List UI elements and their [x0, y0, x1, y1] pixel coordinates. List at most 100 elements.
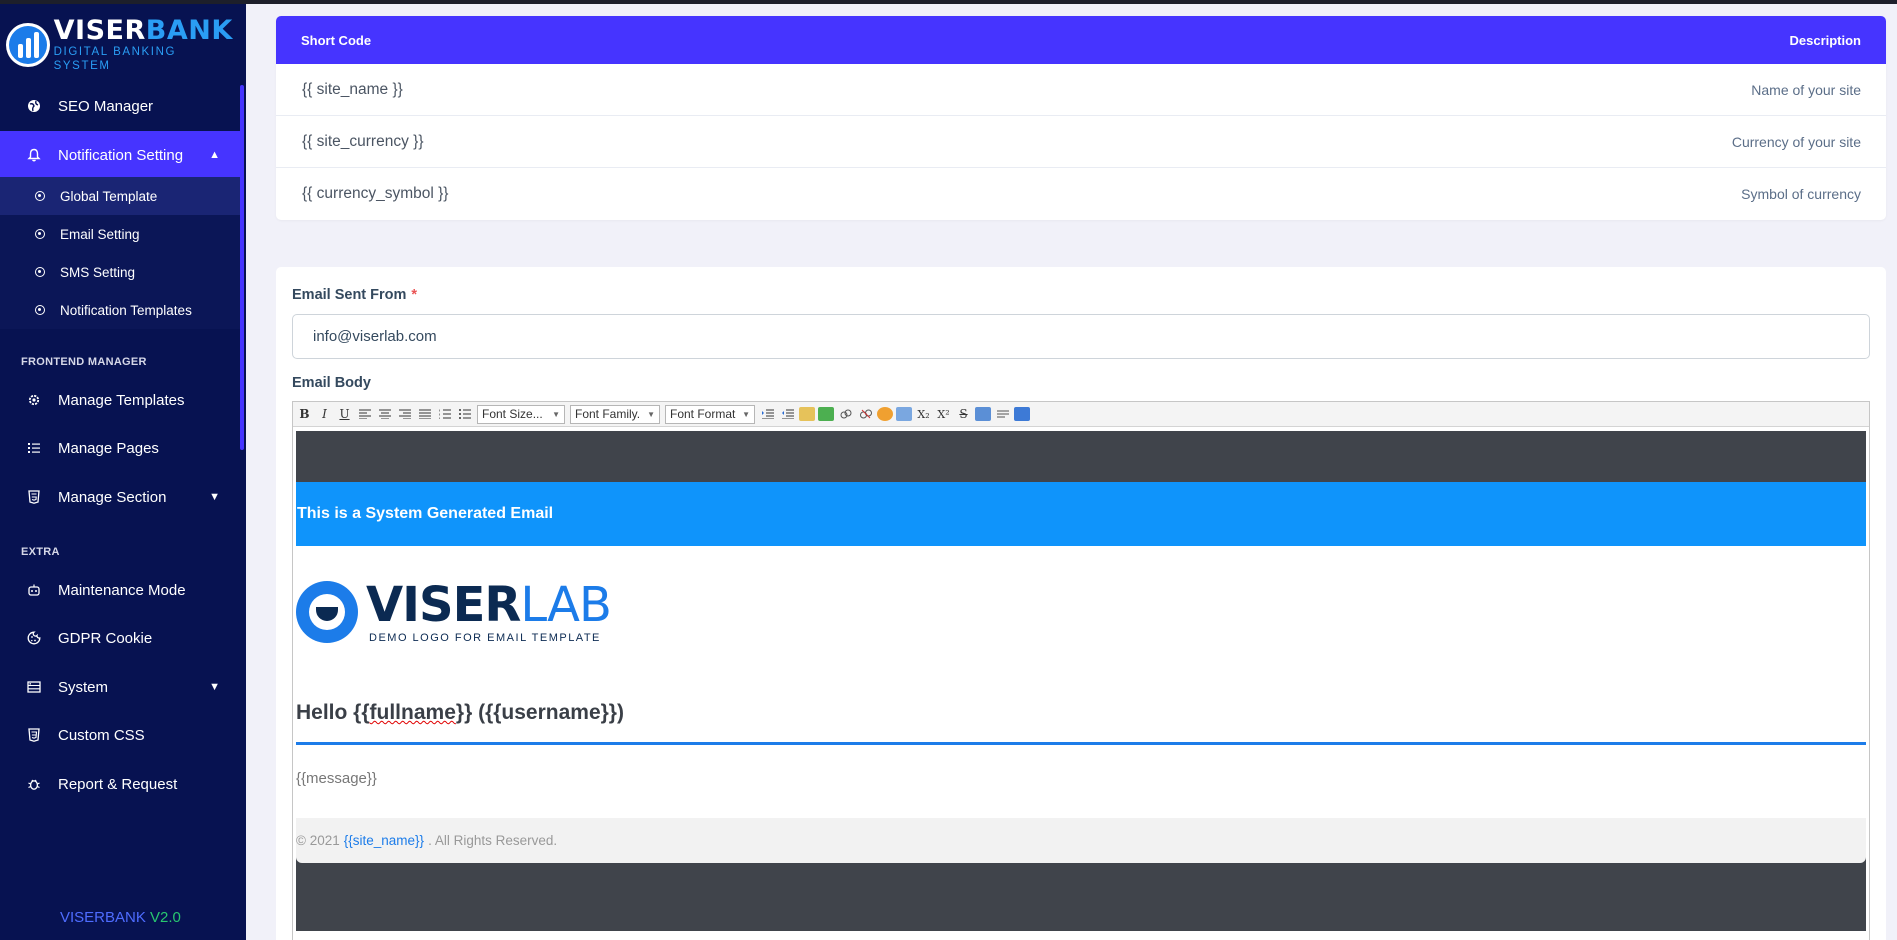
- bank-logo-icon: [6, 23, 50, 67]
- sidebar-item-manage-pages[interactable]: Manage Pages: [0, 424, 240, 472]
- sidebar-item-label: GDPR Cookie: [58, 629, 153, 647]
- sidebar-item-system[interactable]: System ▼: [0, 663, 240, 711]
- required-mark: *: [411, 287, 418, 303]
- table-row: {{ currency_symbol }} Symbol of currency: [276, 168, 1886, 220]
- font-family-select[interactable]: Font Family. ▼: [570, 404, 660, 424]
- gear-icon: [26, 392, 42, 408]
- justify-icon[interactable]: [416, 405, 433, 423]
- superscript-button[interactable]: X²: [935, 405, 952, 423]
- outdent-icon[interactable]: [779, 405, 796, 423]
- system-email-banner: This is a System Generated Email: [296, 482, 1866, 546]
- sidebar-item-maintenance-mode[interactable]: Maintenance Mode: [0, 566, 240, 614]
- align-right-icon[interactable]: [396, 405, 413, 423]
- ordered-list-icon[interactable]: [436, 405, 453, 423]
- chevron-down-icon: ▼: [209, 681, 220, 693]
- shortcode-table: Short Code Description {{ site_name }} N…: [276, 16, 1886, 220]
- color-picker-icon[interactable]: [877, 407, 893, 421]
- link-icon[interactable]: [837, 405, 854, 423]
- column-header-short-code: Short Code: [301, 32, 372, 48]
- shortcode-cell: {{ currency_symbol }}: [302, 185, 449, 202]
- column-header-description: Description: [1789, 32, 1861, 48]
- sidebar-item-label: Manage Templates: [58, 391, 185, 409]
- italic-button[interactable]: I: [316, 405, 333, 423]
- sidebar-scrollbar[interactable]: [240, 85, 244, 450]
- editor-toolbar: B I U Font Size... ▼ Font Family. ▼ Font F…: [293, 402, 1869, 427]
- greeting-heading: Hello {{fullname}} ({{username}}): [296, 701, 624, 724]
- submenu-item-email-setting[interactable]: Email Setting: [0, 215, 240, 253]
- brand-logo[interactable]: VISERBANK DIGITAL BANKING SYSTEM: [6, 17, 236, 72]
- email-body-label: Email Body: [292, 375, 371, 391]
- rights-text: . All Rights Reserved.: [428, 833, 558, 848]
- submenu-label: Global Template: [60, 188, 158, 204]
- submenu-item-sms-setting[interactable]: SMS Setting: [0, 253, 240, 291]
- font-format-select[interactable]: Font Format ▼: [665, 404, 755, 424]
- notification-submenu: Global Template Email Setting SMS Settin…: [0, 177, 240, 329]
- edit-image-icon[interactable]: [799, 407, 815, 421]
- email-body-editor[interactable]: B I U Font Size... ▼ Font Family. ▼ Font F…: [292, 401, 1870, 940]
- submenu-item-notification-templates[interactable]: Notification Templates: [0, 291, 240, 329]
- sidebar-item-custom-css[interactable]: Custom CSS: [0, 711, 240, 759]
- gear-logo-icon: [296, 581, 358, 643]
- window-top-edge: [0, 0, 1897, 4]
- sidebar: VISERBANK DIGITAL BANKING SYSTEM SEO Man…: [0, 0, 246, 940]
- sidebar-item-notification-setting[interactable]: Notification Setting ▲: [0, 131, 240, 179]
- underline-button[interactable]: U: [336, 405, 353, 423]
- sidebar-item-manage-templates[interactable]: Manage Templates: [0, 376, 240, 424]
- circle-dot-icon: [35, 305, 45, 315]
- viserlab-logo: VISERLAB DEMO LOGO FOR EMAIL TEMPLATE: [296, 577, 612, 644]
- sidebar-item-label: System: [58, 678, 109, 696]
- divider: [296, 742, 1866, 745]
- insert-image-icon[interactable]: [818, 407, 834, 421]
- email-sent-from-label: Email Sent From *: [292, 287, 418, 303]
- email-footer: © 2021 {{site_name}} . All Rights Reserv…: [296, 818, 1866, 863]
- sidebar-item-manage-section[interactable]: Manage Section ▼: [0, 473, 240, 521]
- robot-icon: [26, 582, 42, 598]
- submenu-label: Email Setting: [60, 226, 140, 242]
- logo-tagline: DEMO LOGO FOR EMAIL TEMPLATE: [369, 632, 601, 644]
- submenu-item-global-template[interactable]: Global Template: [0, 177, 240, 215]
- server-icon: [26, 679, 42, 695]
- version-number: V2.0: [150, 909, 181, 926]
- email-preview-canvas[interactable]: This is a System Generated Email VISERLA…: [296, 431, 1866, 931]
- cookie-icon: [26, 630, 42, 646]
- chevron-up-icon: ▲: [209, 149, 220, 161]
- copyright-text: © 2021: [296, 833, 340, 848]
- description-cell: Name of your site: [1751, 81, 1861, 98]
- site-name-link[interactable]: {{site_name}}: [344, 833, 424, 848]
- sidebar-item-report-request[interactable]: Report & Request: [0, 760, 240, 808]
- unordered-list-icon[interactable]: [456, 405, 473, 423]
- sidebar-item-label: Custom CSS: [58, 726, 145, 744]
- bug-icon: [26, 776, 42, 792]
- version-name: VISERBANK: [60, 909, 146, 926]
- sidebar-item-label: Manage Section: [58, 488, 167, 506]
- logo-wordmark: VISERLAB: [366, 577, 612, 633]
- subscript-button[interactable]: X₂: [915, 405, 932, 423]
- edit-source-icon[interactable]: [896, 407, 912, 421]
- shortcode-cell: {{ site_name }}: [302, 80, 403, 98]
- message-placeholder: {{message}}: [296, 770, 377, 787]
- section-label-extra: EXTRA: [21, 546, 60, 558]
- html-view-icon[interactable]: [1014, 407, 1030, 421]
- strikethrough-button[interactable]: S: [955, 405, 972, 423]
- chevron-down-icon: ▼: [209, 491, 220, 503]
- bold-button[interactable]: B: [296, 405, 313, 423]
- css3-icon: [26, 727, 42, 743]
- table-header: Short Code Description: [276, 16, 1886, 64]
- submenu-label: Notification Templates: [60, 302, 192, 318]
- font-size-select[interactable]: Font Size... ▼: [477, 404, 565, 424]
- html5-icon: [26, 489, 42, 505]
- remove-format-icon[interactable]: [975, 407, 991, 421]
- brand-subtitle: DIGITAL BANKING SYSTEM: [53, 46, 177, 72]
- align-center-icon[interactable]: [376, 405, 393, 423]
- bell-icon: [26, 147, 42, 163]
- table-row: {{ site_name }} Name of your site: [276, 64, 1886, 116]
- table-row: {{ site_currency }} Currency of your sit…: [276, 116, 1886, 168]
- email-sent-from-input[interactable]: info@viserlab.com: [292, 314, 1870, 359]
- sidebar-item-gdpr-cookie[interactable]: GDPR Cookie: [0, 614, 240, 662]
- horizontal-rule-icon[interactable]: [994, 405, 1011, 423]
- indent-icon[interactable]: [759, 405, 776, 423]
- list-icon: [26, 440, 42, 456]
- sidebar-item-seo-manager[interactable]: SEO Manager: [0, 82, 240, 130]
- align-left-icon[interactable]: [356, 405, 373, 423]
- unlink-icon[interactable]: [857, 405, 874, 423]
